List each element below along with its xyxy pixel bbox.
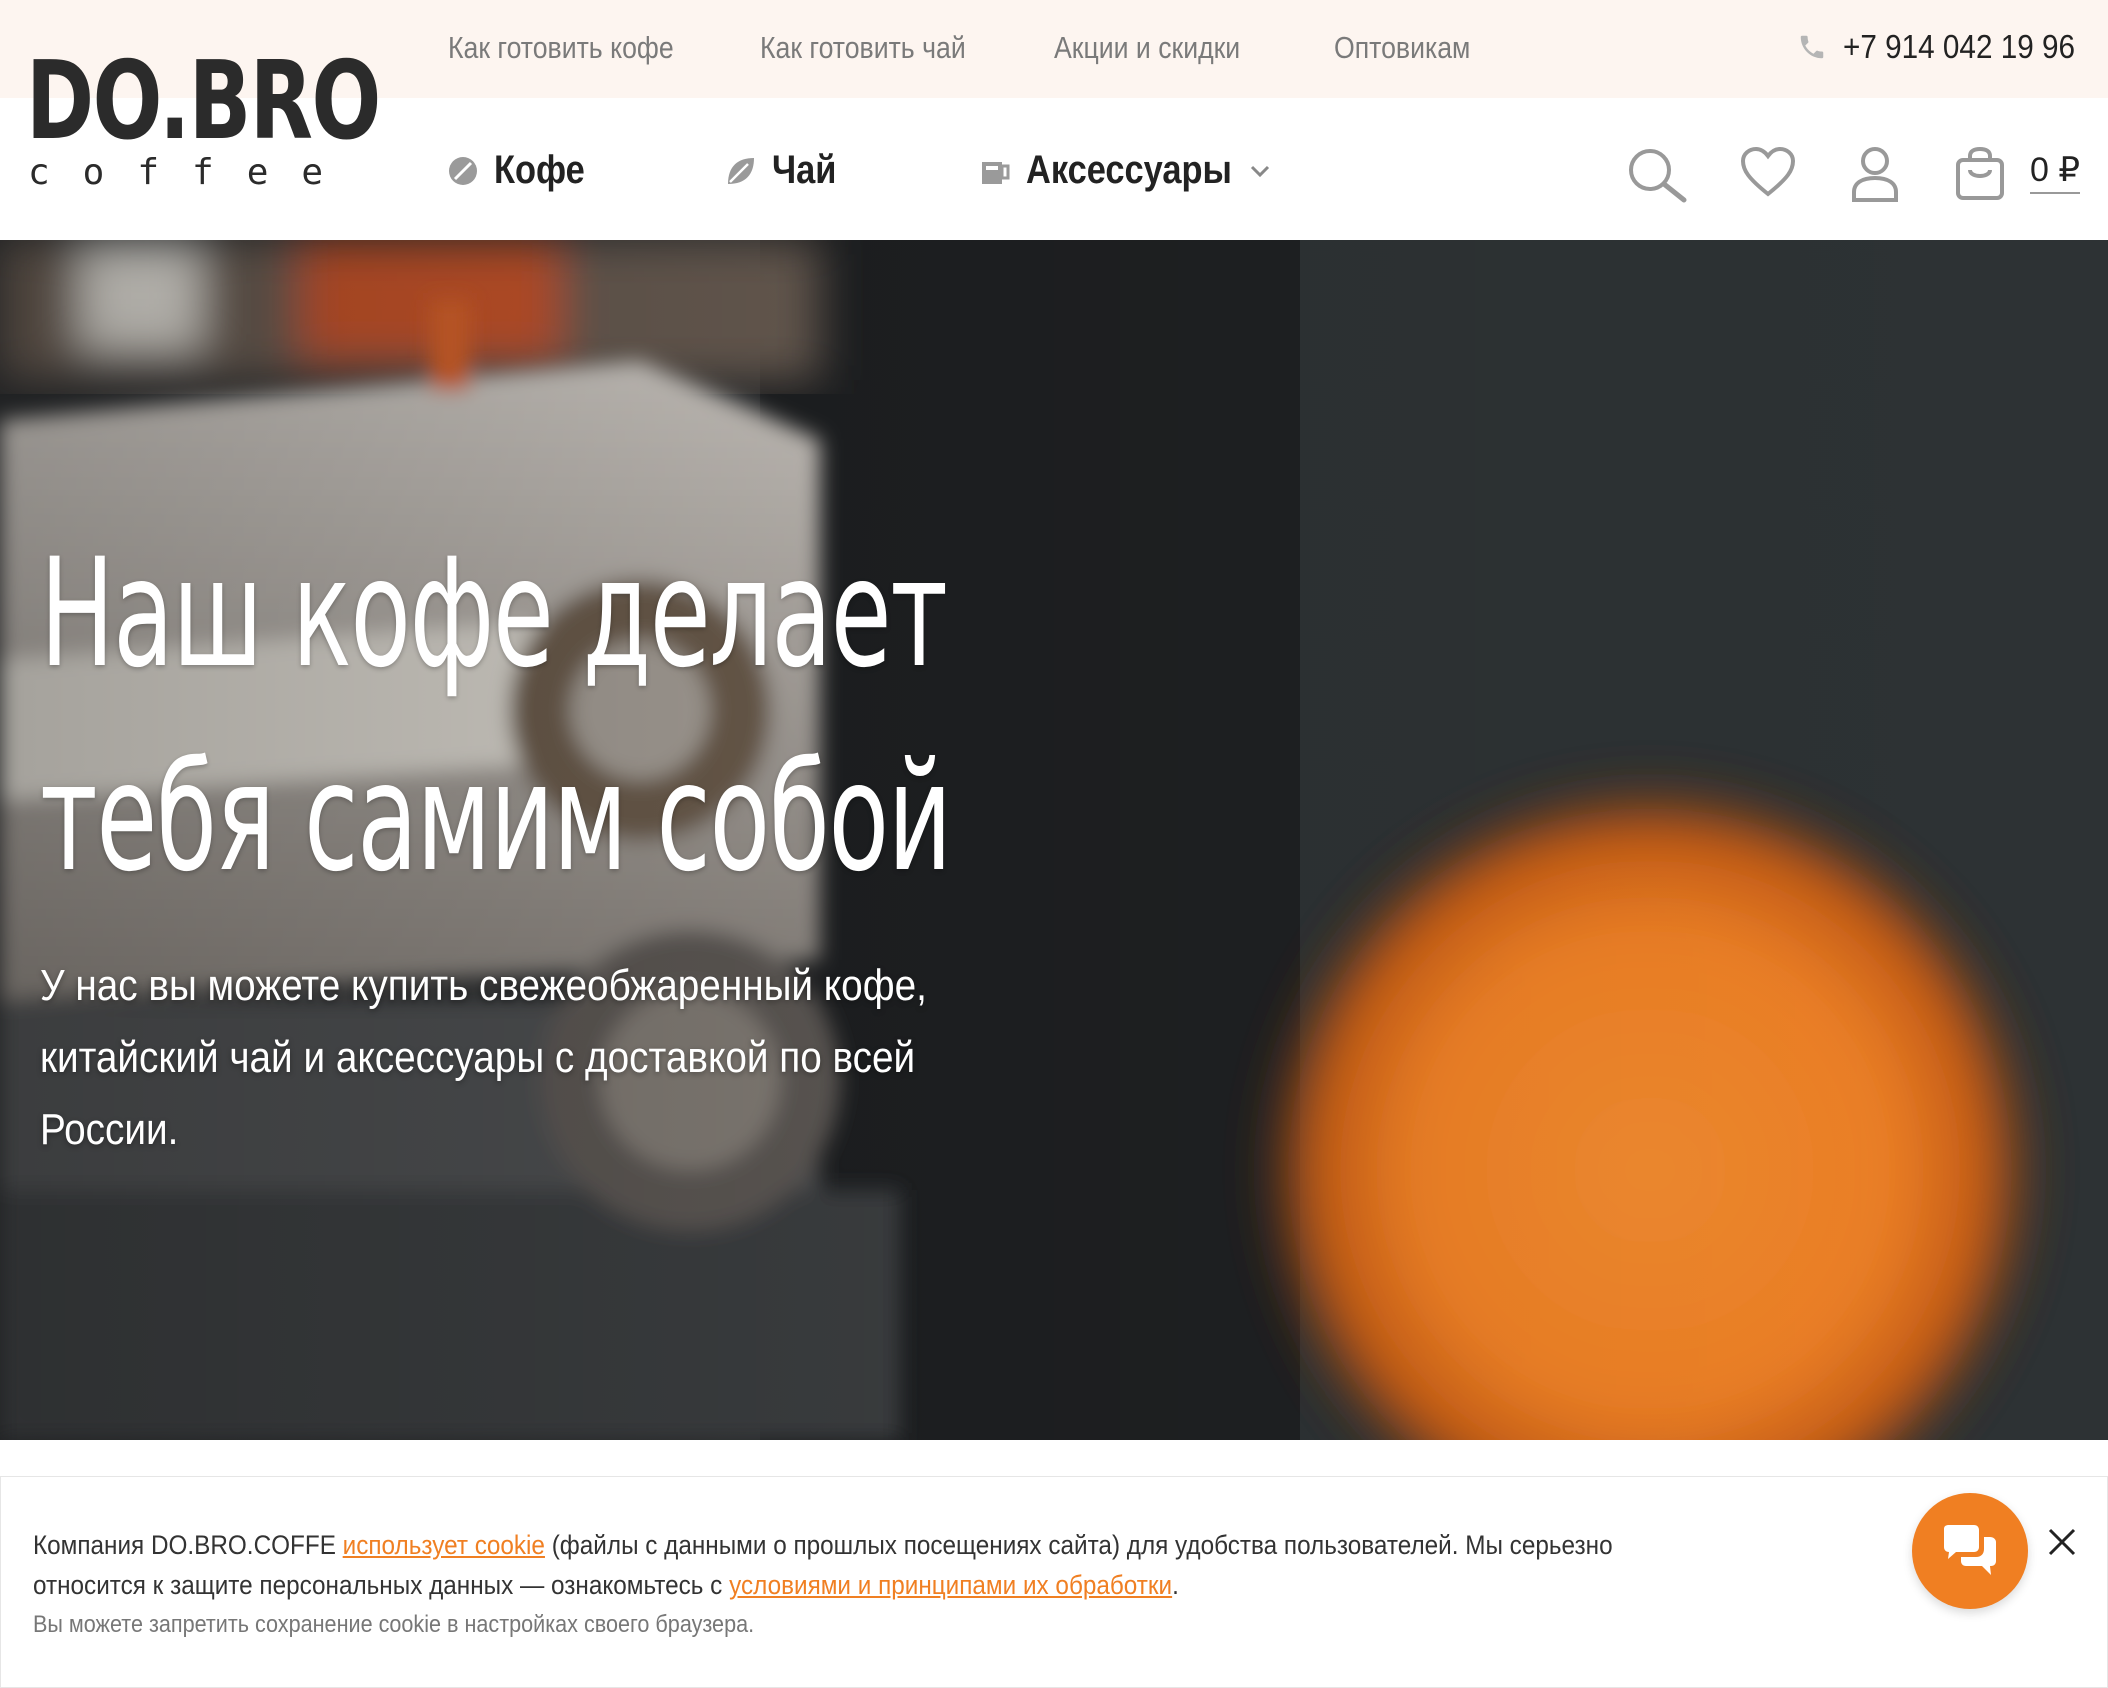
cookie-banner: Компания DO.BRO.COFFE использует cookie … xyxy=(0,1476,2108,1688)
nav-label-accessories: Аксессуары xyxy=(1026,148,1232,192)
topnav-link-coffee-guide[interactable]: Как готовить кофе xyxy=(448,30,674,66)
topnav-link-tea-guide[interactable]: Как готовить чай xyxy=(760,30,966,66)
hero-banner: Наш кофе делает тебя самим собой У нас в… xyxy=(0,240,2108,1440)
accessories-icon xyxy=(982,161,1010,184)
coffee-bean-icon xyxy=(449,156,477,185)
chat-button[interactable] xyxy=(1912,1493,2028,1609)
user-icon[interactable] xyxy=(1850,146,1900,202)
cart-total[interactable]: 0 ₽ xyxy=(2030,150,2080,194)
logo-wordmark: DO.BRO xyxy=(26,39,381,164)
close-icon[interactable] xyxy=(2046,1526,2078,1558)
hero-title: Наш кофе делает тебя самим собой xyxy=(40,512,1162,920)
tea-leaf-icon xyxy=(728,157,754,184)
site-logo[interactable]: DO.BRO coffee xyxy=(26,48,381,194)
cookie-usage-link[interactable]: использует cookie xyxy=(343,1530,545,1560)
topnav-link-promotions[interactable]: Акции и скидки xyxy=(1054,30,1240,66)
cookie-note: Вы можете запретить сохранение cookie в … xyxy=(33,1611,755,1638)
phone-number[interactable]: +7 914 042 19 96 xyxy=(1843,28,2075,66)
hero-subtitle: У нас вы можете купить свежеобжаренный к… xyxy=(40,961,927,1154)
chevron-down-icon[interactable] xyxy=(1249,164,1271,178)
nav-label-coffee: Кофе xyxy=(494,148,585,192)
nav-item-tea[interactable]: Чай xyxy=(724,148,847,193)
chat-bubbles-icon xyxy=(1944,1525,1996,1575)
phone-contact[interactable]: +7 914 042 19 96 xyxy=(1797,28,2101,66)
search-icon[interactable] xyxy=(1626,146,1688,204)
logo-subtitle: coffee xyxy=(28,152,357,193)
nav-label-tea: Чай xyxy=(772,148,837,192)
cart-icon[interactable] xyxy=(1954,146,2006,202)
nav-item-coffee[interactable]: Кофе xyxy=(446,148,600,193)
hero-title-line-1: Наш кофе делает xyxy=(40,527,948,701)
cookie-text-1: Компания DO.BRO.COFFE xyxy=(33,1530,343,1560)
hero-title-line-2: тебя самим собой xyxy=(40,731,952,905)
heart-icon[interactable] xyxy=(1740,146,1796,198)
privacy-policy-link[interactable]: условиями и принципами их обработки xyxy=(729,1570,1172,1600)
cookie-text-3: . xyxy=(1172,1570,1179,1600)
cookie-message: Компания DO.BRO.COFFE использует cookie … xyxy=(33,1525,1698,1605)
topnav-link-wholesale[interactable]: Оптовикам xyxy=(1334,30,1470,66)
nav-item-accessories[interactable]: Аксессуары xyxy=(978,148,1271,193)
phone-icon xyxy=(1800,35,1824,59)
